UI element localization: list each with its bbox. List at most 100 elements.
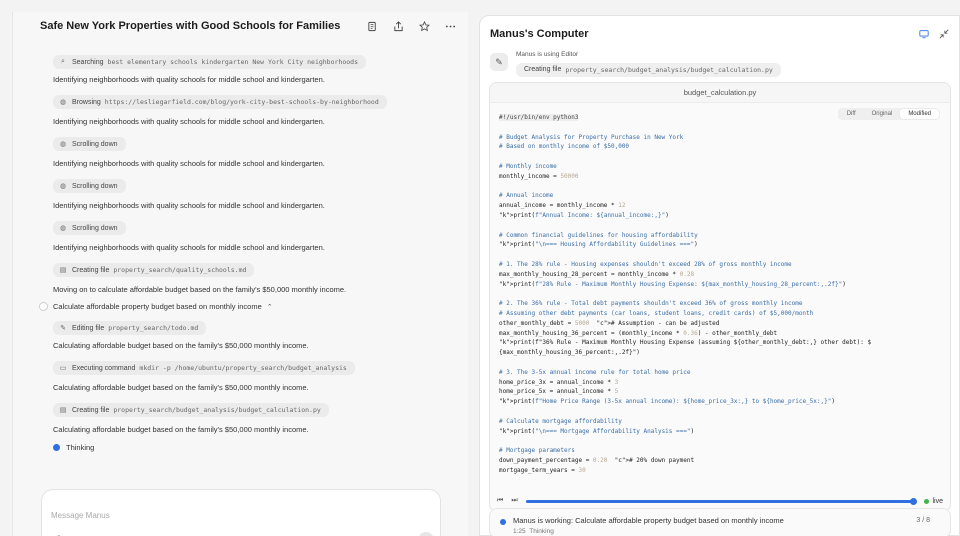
step-chip[interactable]: ▭ Executing command mkdir -p /home/ubuntu/… — [53, 357, 355, 377]
tool-indicator: ✎ Manus is using Editor Creating file pro… — [490, 51, 781, 77]
code-line: monthly_income = 50000 — [499, 172, 579, 180]
step-chip[interactable]: ▤ Creating file property_search/quality_sc… — [53, 259, 255, 279]
code-line: other_monthly_debt = 5000 "c"># Assumpti… — [499, 319, 720, 327]
working-dot-icon — [500, 519, 506, 525]
star-icon[interactable] — [418, 20, 430, 32]
code-filename: budget_calculation.py — [490, 83, 950, 103]
terminal-icon: ▭ — [59, 365, 67, 372]
edit-icon: ✎ — [60, 325, 66, 332]
code-content: #!/usr/bin/env python3 # Budget Analysis… — [499, 113, 939, 475]
code-line: down_payment_percentage = 0.20 "c"># 20%… — [499, 456, 695, 464]
computer-pane: Manus's Computer ✎ Manus is using Editor… — [479, 15, 960, 536]
code-line: # Based on monthly income of $50,000 — [499, 143, 630, 151]
code-line: # Assuming other debt payments (car loan… — [499, 309, 814, 317]
task-status-circle — [39, 302, 48, 311]
code-line: # Mortgage parameters — [499, 447, 575, 455]
step-chip[interactable]: ▤ Creating file property_search/budget_ana… — [53, 399, 329, 419]
thinking-label: Thinking — [66, 443, 95, 452]
skip-back-icon[interactable]: ⏮ — [497, 497, 503, 505]
chat-header: Safe New York Properties with Good Schoo… — [13, 12, 468, 40]
code-line: max_monthly_housing_36_percent = (monthl… — [499, 329, 778, 337]
step-chip[interactable]: ⌕ Searching best elementary schools kinder… — [53, 50, 366, 71]
task-status-bar[interactable]: Manus is working: Calculate affordable p… — [489, 508, 951, 536]
live-dot-icon — [924, 498, 930, 504]
agent-message: Moving on to calculate affordable budget… — [53, 285, 347, 294]
agent-message: Calculating affordable budget based on t… — [53, 383, 309, 392]
chat-title: Safe New York Properties with Good Schoo… — [40, 20, 341, 32]
task-label: Calculate affordable property budget bas… — [53, 302, 262, 311]
agent-message: Identifying neighborhoods with quality s… — [53, 117, 325, 126]
agent-message: Identifying neighborhoods with quality s… — [53, 243, 325, 252]
code-line: "k">print("\n=== Housing Affordability G… — [499, 241, 698, 249]
message-composer[interactable]: Message Manus ↑ — [41, 489, 441, 536]
code-line: "k">print(f"28% Rule - Maximum Monthly H… — [499, 280, 846, 288]
code-line: # 3. The 3-5x annual income rule for tot… — [499, 368, 691, 376]
skip-forward-icon[interactable]: ⏭ — [511, 497, 517, 505]
playback-bar: ⏮ ⏭ live — [489, 493, 951, 509]
globe-icon: ◍ — [59, 183, 67, 190]
send-button[interactable]: ↑ — [418, 532, 434, 536]
playback-handle[interactable] — [909, 497, 917, 505]
step-chip[interactable]: ◍ Scrolling down — [53, 217, 126, 237]
chevron-up-icon[interactable]: ⌃ — [267, 303, 273, 311]
code-line: # 1. The 28% rule - Housing expenses sho… — [499, 260, 792, 268]
code-line: home_price_5x = annual_income * 5 — [499, 388, 619, 396]
task-item[interactable]: Calculate affordable property budget bas… — [39, 302, 273, 311]
more-icon[interactable] — [444, 20, 456, 32]
editor-icon: ✎ — [490, 53, 508, 71]
step-chip[interactable]: ◍ Scrolling down — [53, 175, 126, 195]
playback-progress — [525, 499, 913, 503]
code-line: # Monthly income — [499, 162, 557, 170]
agent-message: Calculating affordable budget based on t… — [53, 425, 309, 434]
app-window: Safe New York Properties with Good Schoo… — [0, 0, 960, 536]
file-icon: ▤ — [59, 407, 67, 414]
status-count: 3 / 8 — [916, 517, 930, 524]
code-line: # Annual income — [499, 192, 554, 200]
code-line: "k">print(f"Home Price Range (3-5x annua… — [499, 398, 835, 406]
chat-pane: Safe New York Properties with Good Schoo… — [12, 12, 468, 536]
code-line: home_price_3x = annual_income * 3 — [499, 378, 619, 386]
code-line: max_monthly_housing_28_percent = monthly… — [499, 270, 695, 278]
code-line: # Calculate mortgage affordability — [499, 417, 622, 425]
step-chip[interactable]: ◍ Scrolling down — [53, 133, 126, 153]
file-icon: ▤ — [59, 267, 67, 274]
message-input[interactable]: Message Manus — [51, 511, 110, 520]
copy-icon[interactable] — [366, 20, 378, 32]
code-line: "k">print(f"Annual Income: ${annual_inco… — [499, 211, 669, 219]
step-chip[interactable]: ◍ Browsing https://lesliegarfield.com/blog… — [53, 91, 387, 111]
live-indicator[interactable]: live — [924, 498, 943, 505]
computer-title: Manus's Computer — [490, 28, 589, 40]
agent-message: Identifying neighborhoods with quality s… — [53, 201, 325, 210]
code-line: {max_monthly_housing_36_percent:,.2f}") — [499, 349, 640, 357]
code-viewer: budget_calculation.py Diff Original Modi… — [489, 82, 951, 512]
globe-icon: ◍ — [59, 141, 67, 148]
step-chip[interactable]: ✎ Editing file property_search/todo.md — [53, 317, 207, 337]
thinking-indicator: Thinking — [53, 443, 94, 452]
code-line: #!/usr/bin/env python3 — [499, 114, 579, 121]
search-icon: ⌕ — [61, 58, 65, 65]
tool-step-chip: Creating file property_search/budget_anal… — [516, 62, 781, 77]
code-line: # 2. The 36% rule - Total debt payments … — [499, 300, 803, 308]
status-time: 1:25 Thinking — [513, 528, 554, 535]
playback-slider[interactable] — [525, 497, 917, 505]
code-line: # Common financial guidelines for housin… — [499, 231, 698, 239]
agent-message: Identifying neighborhoods with quality s… — [53, 159, 325, 168]
agent-message: Calculating affordable budget based on t… — [53, 341, 309, 350]
spinner-icon — [53, 444, 60, 451]
monitor-icon[interactable] — [919, 29, 929, 41]
collapse-icon[interactable] — [939, 29, 949, 41]
globe-icon: ◍ — [59, 225, 67, 232]
code-line: annual_income = monthly_income * 12 — [499, 202, 626, 210]
share-icon[interactable] — [392, 20, 404, 32]
code-line: # Budget Analysis for Property Purchase … — [499, 133, 684, 141]
status-text: Manus is working: Calculate affordable p… — [513, 516, 784, 525]
tool-using-label: Manus is using Editor — [516, 51, 579, 58]
